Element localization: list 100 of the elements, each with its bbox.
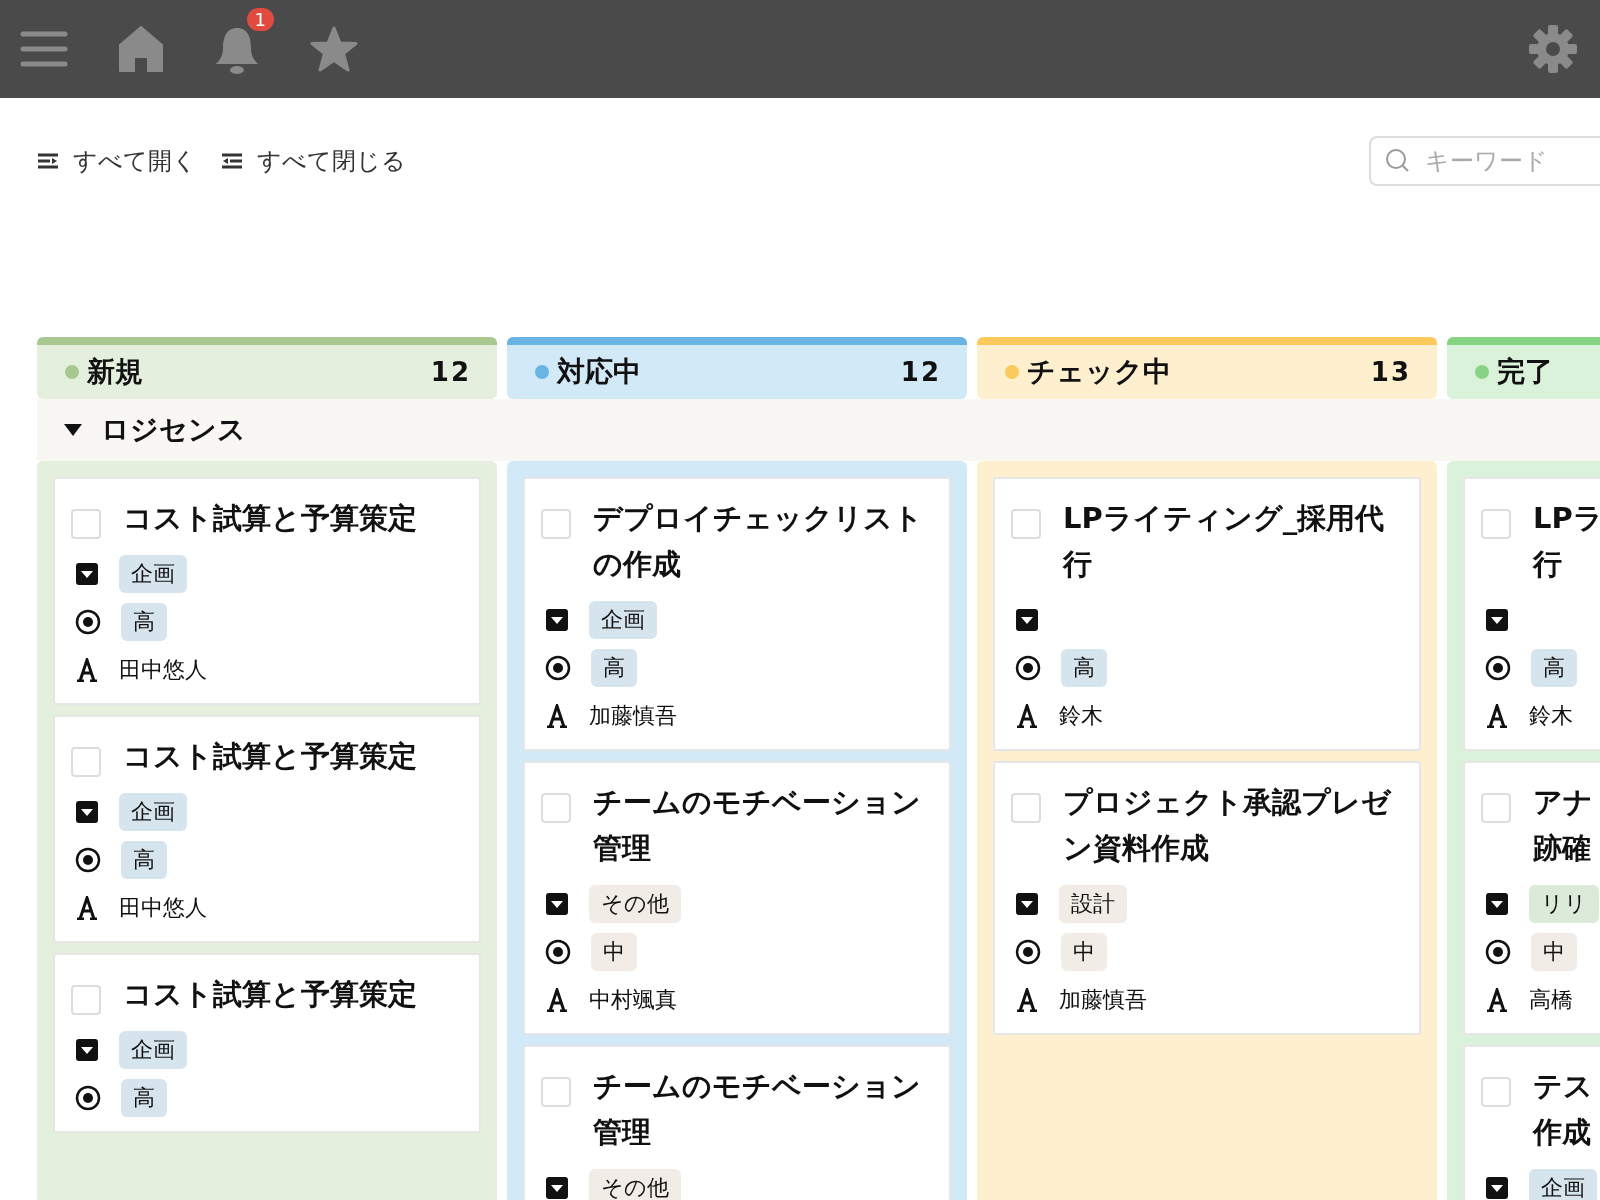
task-card[interactable]: チームのモチベーション 管理 その他 bbox=[523, 1045, 951, 1200]
dropdown-icon bbox=[75, 800, 99, 824]
priority-tag: 中 bbox=[1531, 933, 1577, 971]
checkbox[interactable] bbox=[71, 509, 101, 539]
settings-icon[interactable] bbox=[1528, 24, 1578, 74]
task-title: LPライティング_採用代 行 bbox=[1063, 500, 1385, 583]
column-title: 新規 bbox=[87, 354, 144, 390]
search-field[interactable]: キーワード bbox=[1369, 136, 1600, 186]
radio-icon bbox=[1485, 655, 1511, 681]
task-card[interactable]: コスト試算と予算策定 企画 高 田中悠人 bbox=[53, 477, 481, 705]
home-icon[interactable] bbox=[118, 25, 164, 73]
checkbox[interactable] bbox=[71, 747, 101, 777]
priority-tag: 中 bbox=[591, 933, 637, 971]
task-title: チームのモチベーション 管理 bbox=[593, 784, 921, 867]
task-card[interactable]: テス 作成 企画 bbox=[1463, 1045, 1600, 1200]
checkbox[interactable] bbox=[1011, 509, 1041, 539]
category-tag: 企画 bbox=[119, 555, 187, 593]
task-title: チームのモチベーション 管理 bbox=[593, 1068, 921, 1151]
card-count: 13 bbox=[1370, 357, 1411, 387]
radio-icon bbox=[545, 939, 571, 965]
assignee-name: 鈴木 bbox=[1529, 702, 1573, 730]
checkbox[interactable] bbox=[1481, 1077, 1511, 1107]
dropdown-icon bbox=[1485, 1176, 1509, 1200]
dropdown-icon bbox=[1015, 608, 1039, 632]
assignee-name: 高橋 bbox=[1529, 986, 1573, 1014]
group-row[interactable]: ロジセンス bbox=[37, 399, 1600, 461]
checkbox[interactable] bbox=[71, 985, 101, 1015]
radio-icon bbox=[75, 609, 101, 635]
category-tag: 設計 bbox=[1059, 885, 1127, 923]
text-icon bbox=[1015, 988, 1039, 1012]
assignee-name: 田中悠人 bbox=[119, 894, 207, 922]
task-title: コスト試算と予算策定 bbox=[123, 976, 417, 1013]
category-tag: 企画 bbox=[119, 793, 187, 831]
assignee-name: 加藤慎吾 bbox=[589, 702, 677, 730]
radio-icon bbox=[1015, 655, 1041, 681]
checkbox[interactable] bbox=[1011, 793, 1041, 823]
priority-tag: 高 bbox=[121, 841, 167, 879]
task-title: コスト試算と予算策定 bbox=[123, 500, 417, 537]
task-title: LPラ 行 bbox=[1533, 500, 1600, 583]
task-card[interactable]: コスト試算と予算策定 企画 高 田中悠人 bbox=[53, 715, 481, 943]
task-card[interactable]: LPラ 行 高 鈴木 bbox=[1463, 477, 1600, 751]
radio-icon bbox=[1485, 939, 1511, 965]
menu-icon[interactable] bbox=[20, 29, 68, 69]
expand-all-button[interactable]: すべて開く bbox=[37, 145, 197, 177]
dropdown-icon bbox=[1485, 608, 1509, 632]
text-icon bbox=[75, 658, 99, 682]
category-tag: 企画 bbox=[589, 601, 657, 639]
task-title: テス 作成 bbox=[1533, 1068, 1593, 1151]
checkbox[interactable] bbox=[1481, 509, 1511, 539]
dropdown-icon bbox=[545, 1176, 569, 1200]
collapse-all-button[interactable]: すべて閉じる bbox=[221, 145, 406, 177]
dropdown-icon bbox=[75, 1038, 99, 1062]
task-title: プロジェクト承認プレゼ ン資料作成 bbox=[1063, 784, 1391, 867]
group-title: ロジセンス bbox=[101, 412, 246, 448]
task-card[interactable]: デプロイチェックリスト の作成 企画 高 加藤慎吾 bbox=[523, 477, 951, 751]
expand-list-icon bbox=[37, 152, 59, 170]
dropdown-icon bbox=[75, 562, 99, 586]
task-card[interactable]: アナ 跡確 リリ 中 高橋 bbox=[1463, 761, 1600, 1035]
radio-icon bbox=[1015, 939, 1041, 965]
priority-tag: 高 bbox=[1061, 649, 1107, 687]
text-icon bbox=[545, 988, 569, 1012]
dropdown-icon bbox=[1485, 892, 1509, 916]
radio-icon bbox=[545, 655, 571, 681]
checkbox[interactable] bbox=[1481, 793, 1511, 823]
assignee-name: 鈴木 bbox=[1059, 702, 1103, 730]
dropdown-icon bbox=[545, 892, 569, 916]
text-icon bbox=[1485, 988, 1509, 1012]
star-icon[interactable] bbox=[310, 26, 358, 72]
radio-icon bbox=[75, 1085, 101, 1111]
category-tag: その他 bbox=[589, 885, 681, 923]
checkbox[interactable] bbox=[541, 1077, 571, 1107]
text-icon bbox=[75, 896, 99, 920]
task-card[interactable]: コスト試算と予算策定 企画 高 bbox=[53, 953, 481, 1133]
assignee-name: 中村颯真 bbox=[589, 986, 677, 1014]
task-card[interactable]: プロジェクト承認プレゼ ン資料作成 設計 中 加藤慎吾 bbox=[993, 761, 1421, 1035]
category-tag: リリ bbox=[1529, 885, 1599, 923]
card-count: 12 bbox=[900, 357, 941, 387]
search-icon bbox=[1385, 148, 1411, 174]
task-title: コスト試算と予算策定 bbox=[123, 738, 417, 775]
checkbox[interactable] bbox=[541, 509, 571, 539]
task-card[interactable]: チームのモチベーション 管理 その他 中 中村颯真 bbox=[523, 761, 951, 1035]
assignee-name: 加藤慎吾 bbox=[1059, 986, 1147, 1014]
priority-tag: 高 bbox=[1531, 649, 1577, 687]
column-title: チェック中 bbox=[1027, 354, 1172, 390]
text-icon bbox=[1015, 704, 1039, 728]
text-icon bbox=[1485, 704, 1509, 728]
radio-icon bbox=[75, 847, 101, 873]
task-title: デプロイチェックリスト の作成 bbox=[593, 500, 923, 583]
checkbox[interactable] bbox=[541, 793, 571, 823]
category-tag: その他 bbox=[589, 1169, 681, 1200]
category-tag: 企画 bbox=[119, 1031, 187, 1069]
priority-tag: 中 bbox=[1061, 933, 1107, 971]
text-icon bbox=[545, 704, 569, 728]
card-count: 12 bbox=[430, 357, 471, 387]
column-title: 対応中 bbox=[557, 354, 642, 390]
notification-badge: 1 bbox=[246, 8, 274, 31]
priority-tag: 高 bbox=[121, 603, 167, 641]
task-card[interactable]: LPライティング_採用代 行 高 鈴木 bbox=[993, 477, 1421, 751]
priority-tag: 高 bbox=[121, 1079, 167, 1117]
collapse-list-icon bbox=[221, 152, 243, 170]
